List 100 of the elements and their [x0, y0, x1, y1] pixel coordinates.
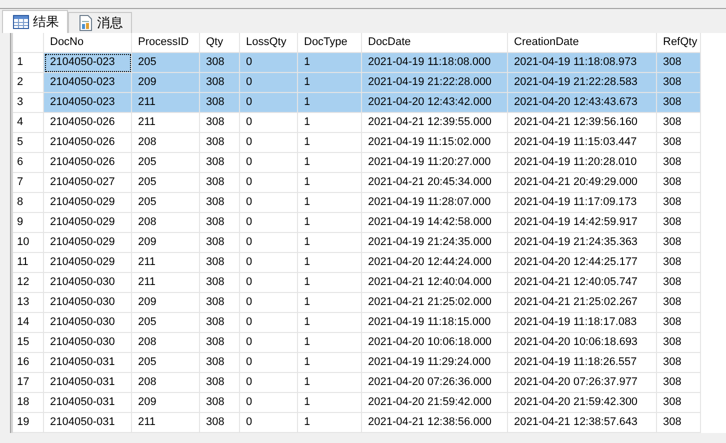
table-cell: 205 [132, 53, 200, 73]
row-number[interactable]: 7 [13, 173, 44, 193]
table-cell: 308 [200, 193, 240, 213]
table-cell: 2021-04-19 11:15:03.447 [508, 133, 657, 153]
table-cell: 2021-04-21 12:38:57.643 [508, 413, 657, 433]
table-cell: 308 [657, 273, 701, 293]
table-cell: 2021-04-19 21:22:28.000 [362, 73, 508, 93]
table-cell: 308 [200, 253, 240, 273]
row-number[interactable]: 9 [13, 213, 44, 233]
table-cell: 2021-04-20 12:44:24.000 [362, 253, 508, 273]
column-header[interactable]: DocType [298, 33, 362, 53]
table-cell: 2021-04-21 21:25:02.267 [508, 293, 657, 313]
table-cell: 2021-04-19 14:42:58.000 [362, 213, 508, 233]
row-number[interactable]: 10 [13, 233, 44, 253]
row-number[interactable]: 17 [13, 373, 44, 393]
table-cell: 2021-04-21 12:39:56.160 [508, 113, 657, 133]
table-cell: 2104050-026 [44, 113, 132, 133]
table-cell: 0 [240, 273, 298, 293]
table-cell: 308 [657, 213, 701, 233]
table-cell: 308 [200, 233, 240, 253]
column-header[interactable]: LossQty [240, 33, 298, 53]
results-tab[interactable]: 结果 [2, 10, 68, 33]
table-cell: 308 [200, 133, 240, 153]
table-cell: 2104050-029 [44, 213, 132, 233]
table-cell: 308 [200, 353, 240, 373]
table-cell: 211 [132, 113, 200, 133]
column-header[interactable]: RefQty [657, 33, 701, 53]
table-cell: 2021-04-19 11:15:02.000 [362, 133, 508, 153]
table-cell: 2021-04-20 21:59:42.300 [508, 393, 657, 413]
table-cell: 1 [298, 293, 362, 313]
results-tab[interactable]: 消息 [68, 12, 132, 33]
table-cell: 208 [132, 333, 200, 353]
table-cell: 2021-04-19 11:18:08.973 [508, 53, 657, 73]
row-number[interactable]: 11 [13, 253, 44, 273]
table-cell: 2021-04-21 12:38:56.000 [362, 413, 508, 433]
table-cell: 209 [132, 293, 200, 313]
table-cell: 308 [657, 253, 701, 273]
table-cell: 2104050-031 [44, 413, 132, 433]
table-cell: 2104050-030 [44, 293, 132, 313]
row-number[interactable]: 19 [13, 413, 44, 433]
row-number[interactable]: 13 [13, 293, 44, 313]
table-cell: 2104050-027 [44, 173, 132, 193]
table-cell: 0 [240, 93, 298, 113]
table-cell: 2021-04-19 21:24:35.000 [362, 233, 508, 253]
table-cell: 211 [132, 253, 200, 273]
table-cell: 0 [240, 213, 298, 233]
table-cell: 308 [200, 153, 240, 173]
row-number[interactable]: 4 [13, 113, 44, 133]
table-cell: 308 [200, 113, 240, 133]
table-cell: 208 [132, 133, 200, 153]
table-cell: 2104050-029 [44, 233, 132, 253]
table-cell: 308 [657, 373, 701, 393]
row-number[interactable]: 5 [13, 133, 44, 153]
row-number[interactable]: 15 [13, 333, 44, 353]
column-header[interactable]: Qty [200, 33, 240, 53]
table-cell: 2021-04-19 11:17:09.173 [508, 193, 657, 213]
table-cell: 2021-04-19 11:18:15.000 [362, 313, 508, 333]
table-cell: 2021-04-20 12:44:25.177 [508, 253, 657, 273]
row-number[interactable]: 8 [13, 193, 44, 213]
row-number[interactable]: 18 [13, 393, 44, 413]
row-number[interactable]: 14 [13, 313, 44, 333]
table-cell: 2104050-030 [44, 273, 132, 293]
table-cell: 308 [200, 173, 240, 193]
table-cell: 1 [298, 173, 362, 193]
table-cell: 308 [657, 193, 701, 213]
table-cell: 2021-04-19 11:29:24.000 [362, 353, 508, 373]
table-cell: 308 [200, 393, 240, 413]
column-header[interactable]: ProcessID [132, 33, 200, 53]
table-cell: 0 [240, 173, 298, 193]
table-cell: 308 [657, 173, 701, 193]
table-cell: 209 [132, 233, 200, 253]
table-cell: 308 [657, 293, 701, 313]
table-cell: 1 [298, 213, 362, 233]
row-number[interactable]: 6 [13, 153, 44, 173]
row-number[interactable]: 12 [13, 273, 44, 293]
table-cell: 2021-04-21 12:39:55.000 [362, 113, 508, 133]
table-cell: 1 [298, 393, 362, 413]
column-header[interactable]: CreationDate [508, 33, 657, 53]
table-cell: 308 [657, 93, 701, 113]
table-cell: 308 [657, 333, 701, 353]
column-header[interactable]: DocDate [362, 33, 508, 53]
table-cell: 1 [298, 353, 362, 373]
table-cell: 2021-04-19 11:18:17.083 [508, 313, 657, 333]
table-cell: 2104050-030 [44, 333, 132, 353]
table-cell: 308 [657, 133, 701, 153]
table-cell: 2104050-023 [44, 53, 132, 73]
table-cell: 2021-04-20 21:59:42.000 [362, 393, 508, 413]
table-cell: 2021-04-21 21:25:02.000 [362, 293, 508, 313]
table-cell: 0 [240, 53, 298, 73]
table-cell: 2021-04-19 11:20:28.010 [508, 153, 657, 173]
table-cell: 308 [657, 153, 701, 173]
table-cell: 308 [200, 333, 240, 353]
table-cell: 308 [200, 413, 240, 433]
table-cell: 308 [200, 73, 240, 93]
table-cell: 205 [132, 193, 200, 213]
grid-icon [13, 15, 29, 29]
column-header[interactable]: DocNo [44, 33, 132, 53]
table-cell: 2021-04-21 20:45:34.000 [362, 173, 508, 193]
row-number[interactable]: 16 [13, 353, 44, 373]
table-cell: 0 [240, 353, 298, 373]
